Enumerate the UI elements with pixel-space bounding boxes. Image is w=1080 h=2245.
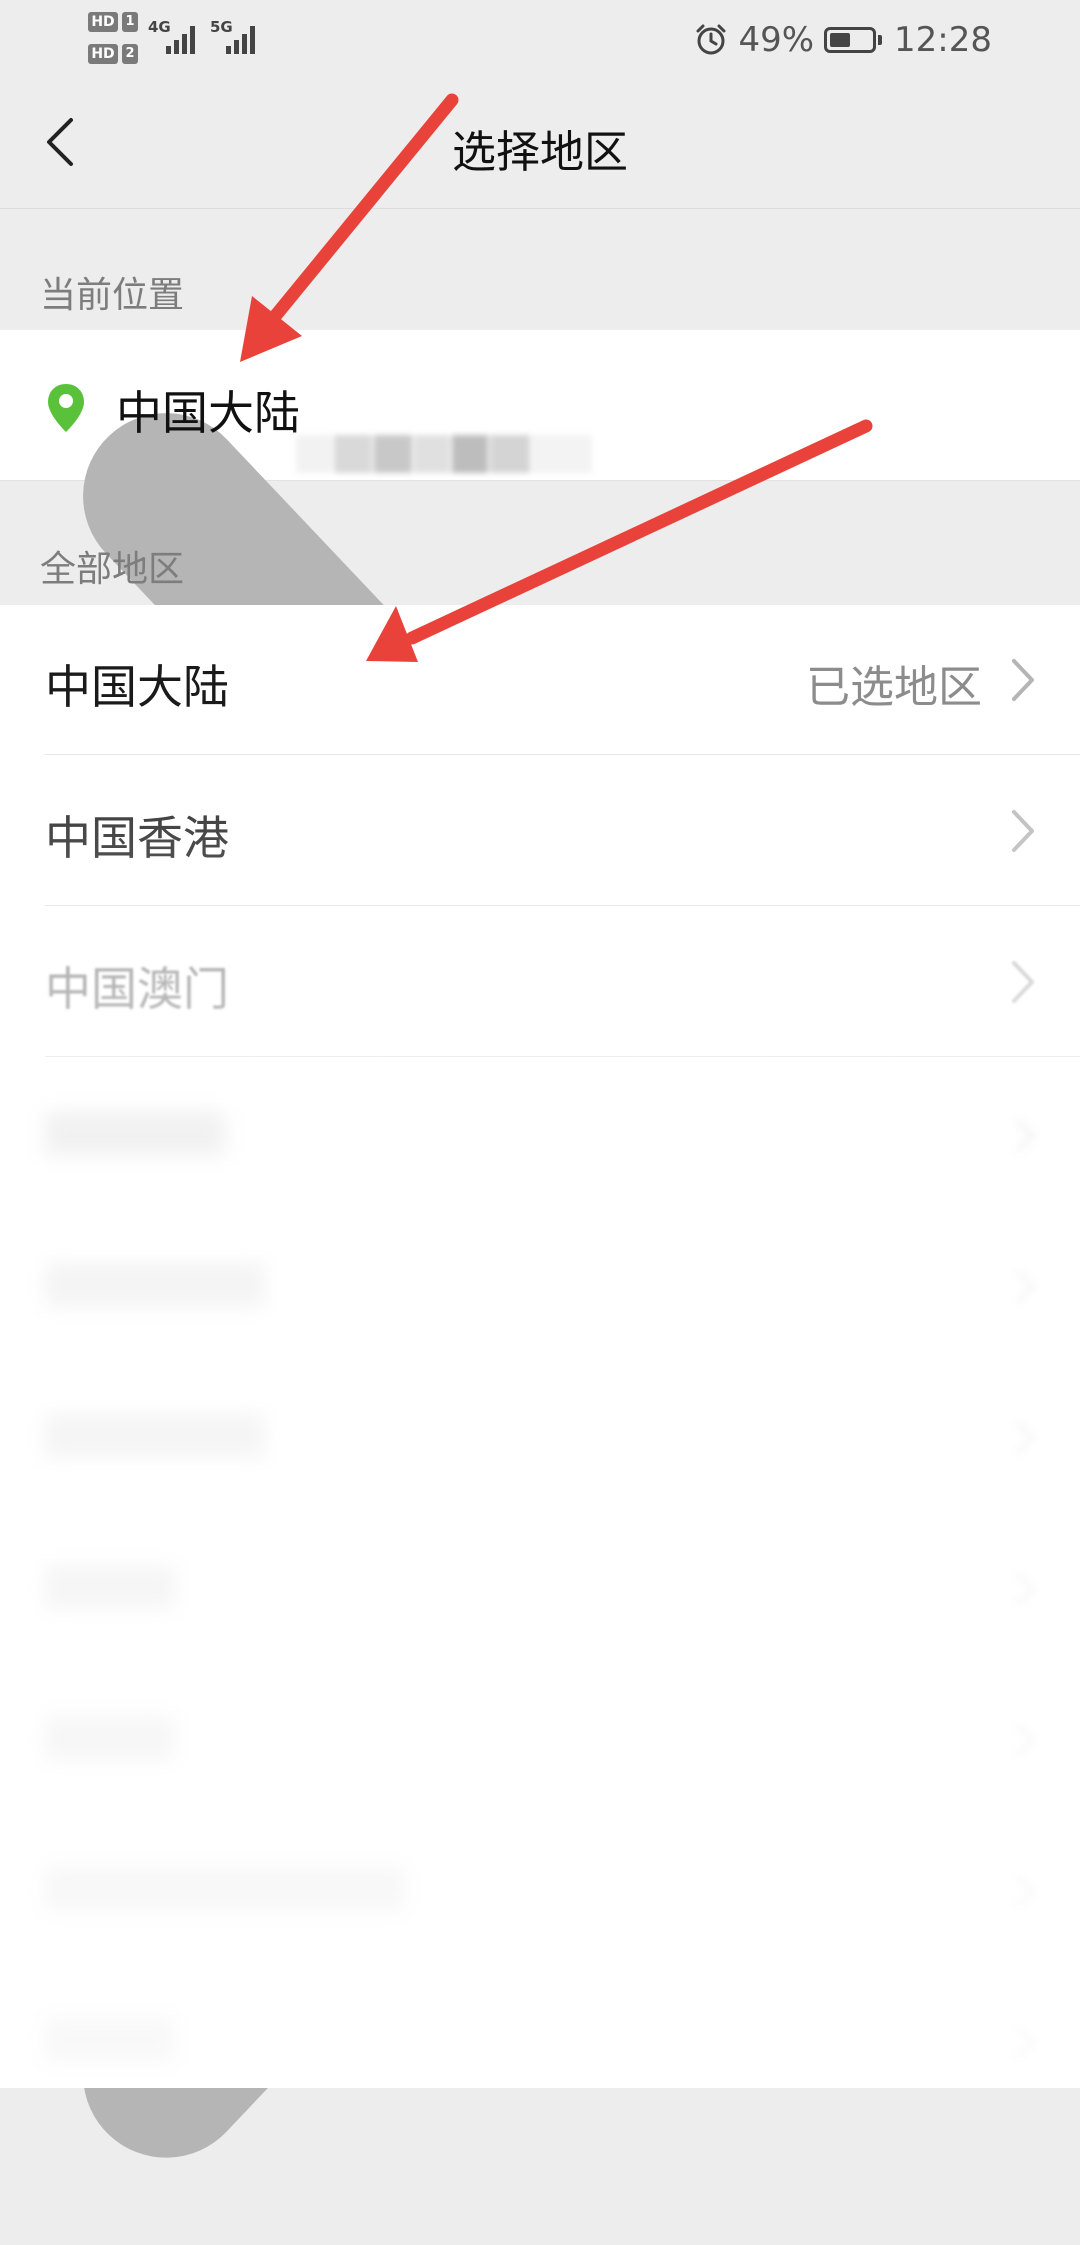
section-label-all-regions: 全部地区 bbox=[40, 549, 185, 590]
battery-icon bbox=[824, 27, 883, 53]
status-bar: HD 1 HD 2 4G 5G 49% 12:28 bbox=[0, 0, 1080, 80]
sim-badge: 1 bbox=[122, 12, 138, 32]
divider bbox=[45, 754, 1080, 755]
region-list: 中国大陆 已选地区 中国香港 中国澳门 bbox=[0, 605, 1080, 2088]
region-item[interactable]: 中国大陆 已选地区 bbox=[0, 605, 1080, 755]
page-title: 选择地区 bbox=[452, 127, 628, 178]
chevron-right-icon bbox=[1012, 810, 1034, 852]
blurred-region-item[interactable] bbox=[0, 1813, 1080, 1964]
chevron-right-icon bbox=[1015, 1723, 1036, 1757]
region-name: 中国香港 bbox=[45, 811, 229, 865]
signal-icon bbox=[226, 22, 260, 54]
selected-region-note: 已选地区 bbox=[806, 662, 982, 713]
blurred-region-item[interactable] bbox=[0, 1360, 1080, 1511]
chevron-right-icon bbox=[1015, 1119, 1036, 1153]
chevron-right-icon bbox=[1012, 659, 1034, 701]
divider bbox=[45, 905, 1080, 906]
sim-badge: 2 bbox=[122, 44, 138, 64]
region-name: 中国大陆 bbox=[45, 660, 229, 714]
chevron-right-icon bbox=[1015, 1421, 1036, 1455]
blurred-region-item[interactable] bbox=[0, 1209, 1080, 1360]
chevron-right-icon bbox=[1012, 961, 1034, 1003]
signal-icon bbox=[166, 22, 200, 54]
blurred-region-item[interactable] bbox=[0, 1511, 1080, 1662]
chevron-right-icon bbox=[1015, 1874, 1036, 1908]
hd-badge: HD bbox=[88, 12, 118, 32]
chevron-right-icon bbox=[1015, 1572, 1036, 1606]
blurred-region-item[interactable] bbox=[0, 1964, 1080, 2115]
current-location-value: 中国大陆 bbox=[116, 386, 300, 440]
chevron-right-icon bbox=[1015, 1270, 1036, 1304]
region-item[interactable]: 中国澳门 bbox=[0, 907, 1080, 1057]
battery-percent: 49% bbox=[738, 20, 815, 60]
blurred-region-item[interactable] bbox=[0, 1662, 1080, 1813]
hd-badge: HD bbox=[88, 44, 118, 64]
region-item[interactable]: 中国香港 bbox=[0, 756, 1080, 906]
nav-header: 选择地区 bbox=[0, 80, 1080, 209]
chevron-right-icon bbox=[1015, 2025, 1036, 2059]
alarm-icon bbox=[696, 24, 726, 55]
redacted-area bbox=[296, 380, 616, 473]
status-right: 49% 12:28 bbox=[694, 18, 992, 62]
section-label-current-location: 当前位置 bbox=[40, 275, 185, 316]
region-name: 中国澳门 bbox=[45, 962, 229, 1016]
divider bbox=[45, 1056, 1080, 1057]
current-location-row[interactable]: 中国大陆 bbox=[0, 330, 1080, 2158]
location-pin-icon bbox=[48, 384, 84, 432]
clock: 12:28 bbox=[894, 20, 992, 60]
blurred-region-item[interactable] bbox=[0, 1058, 1080, 1209]
